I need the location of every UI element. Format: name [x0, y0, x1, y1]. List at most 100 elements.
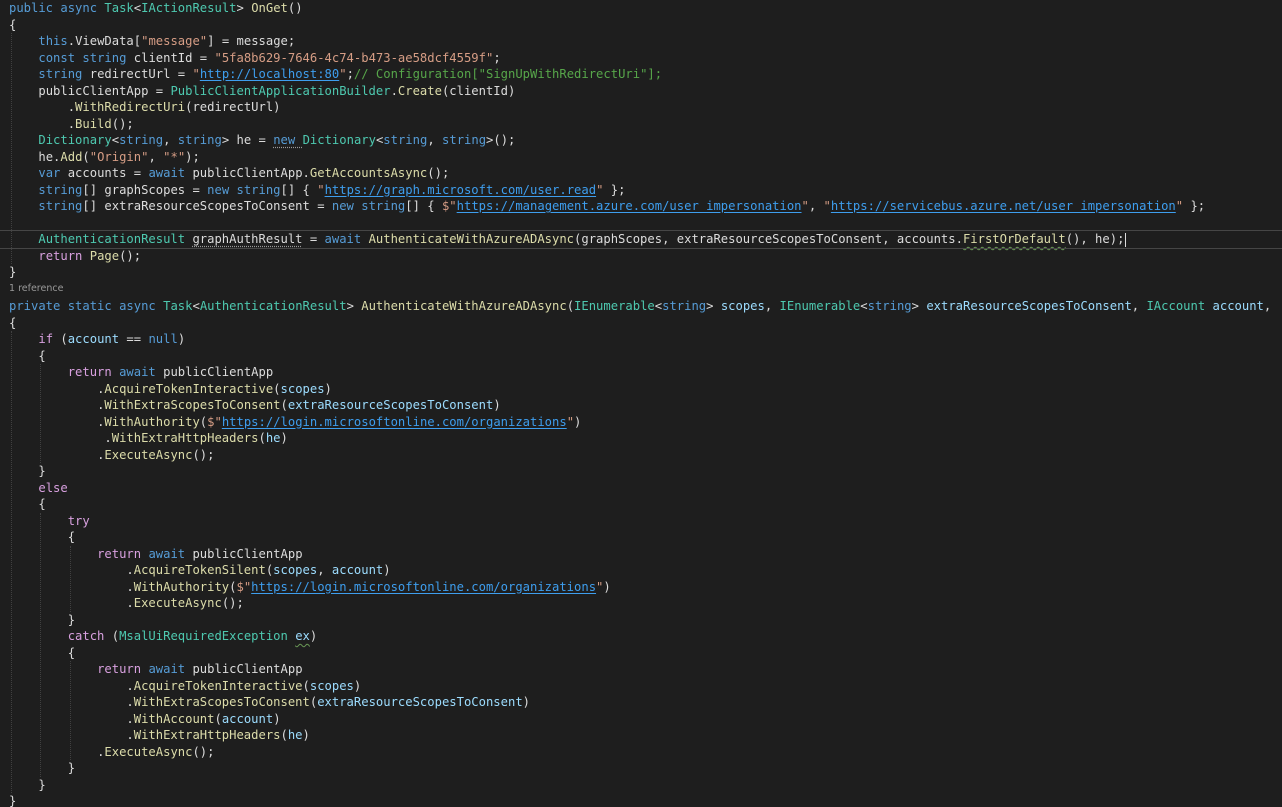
code-line[interactable]: } — [0, 760, 1282, 777]
code-line[interactable]: { — [0, 315, 1282, 332]
code-line[interactable]: if (account == null) — [0, 331, 1282, 348]
code-line[interactable]: .ExecuteAsync(); — [0, 744, 1282, 761]
code-token: < — [654, 299, 663, 313]
code-line[interactable]: } — [0, 793, 1282, 807]
code-line[interactable]: string[] graphScopes = new string[] { "h… — [0, 182, 1282, 199]
code-line[interactable]: var accounts = await publicClientApp.Get… — [0, 165, 1282, 182]
code-token: . — [302, 166, 310, 180]
code-token: $" — [236, 579, 252, 594]
code-line[interactable]: else — [0, 480, 1282, 497]
code-token: new — [331, 199, 362, 213]
url-link[interactable]: https://login.microsoftonline.com/organi… — [222, 415, 567, 429]
code-line[interactable]: } — [0, 777, 1282, 794]
code-line[interactable]: { — [0, 348, 1282, 365]
code-token: // Configuration["SignUpWithRedirectUri"… — [353, 67, 663, 81]
code-token: { — [38, 348, 46, 363]
code-line[interactable]: return Page(); — [0, 248, 1282, 265]
code-line[interactable]: .WithAuthority($"https://login.microsoft… — [0, 579, 1282, 596]
code-token: (); — [221, 596, 244, 610]
code-token: ( — [280, 398, 288, 412]
code-line[interactable]: Dictionary<string, string> he = new Dict… — [0, 132, 1282, 149]
code-line[interactable]: this.ViewData["message"] = message; — [0, 33, 1282, 50]
code-token: { — [38, 497, 46, 511]
code-token: = — [126, 166, 149, 180]
code-line[interactable]: .WithRedirectUri(redirectUrl) — [0, 99, 1282, 116]
code-token: string — [38, 199, 83, 213]
code-line[interactable]: .WithAccount(account) — [0, 711, 1282, 728]
code-line[interactable]: return await publicClientApp — [0, 661, 1282, 678]
code-line[interactable]: string[] extraResourceScopesToConsent = … — [0, 198, 1282, 215]
code-line[interactable]: .WithExtraScopesToConsent(extraResourceS… — [0, 694, 1282, 711]
code-line[interactable] — [0, 215, 1282, 232]
code-token: ) — [273, 711, 281, 726]
code-line[interactable]: publicClientApp = PublicClientApplicatio… — [0, 83, 1282, 100]
code-line[interactable]: return await publicClientApp — [0, 364, 1282, 381]
url-link[interactable]: https://graph.microsoft.com/user.read — [325, 183, 597, 197]
code-line[interactable]: } — [0, 463, 1282, 480]
code-line[interactable]: he.Add("Origin", "*"); — [0, 149, 1282, 166]
code-token: } — [38, 777, 46, 792]
code-line[interactable]: catch (MsalUiRequiredException ex) — [0, 628, 1282, 645]
code-token: . — [126, 728, 134, 742]
code-lens-references[interactable]: 1 reference — [9, 283, 63, 295]
code-line[interactable]: .WithExtraHttpHeaders(he) — [0, 430, 1282, 447]
code-token: ; — [346, 67, 354, 81]
code-token: [] — [82, 182, 105, 197]
code-token: { — [67, 645, 76, 660]
code-token: [] { — [405, 199, 442, 213]
url-link[interactable]: https://login.microsoftonline.com/organi… — [251, 580, 596, 594]
code-token: return — [97, 662, 149, 676]
code-line[interactable]: .ExecuteAsync(); — [0, 595, 1282, 612]
code-line[interactable]: public async Task<IActionResult> OnGet() — [0, 0, 1282, 17]
code-token: AcquireTokenInteractive — [133, 678, 303, 693]
code-line[interactable]: const string clientId = "5fa8b629-7646-4… — [0, 50, 1282, 67]
code-token: publicClientApp — [163, 365, 274, 379]
code-editor[interactable]: public async Task<IActionResult> OnGet()… — [0, 0, 1282, 807]
code-line[interactable]: .AcquireTokenInteractive(scopes) — [0, 678, 1282, 695]
code-line[interactable]: string redirectUrl = "http://localhost:8… — [0, 66, 1282, 83]
code-line[interactable]: .AcquireTokenSilent(scopes, account) — [0, 562, 1282, 579]
code-token: ( — [214, 711, 222, 726]
code-line[interactable]: .AcquireTokenInteractive(scopes) — [0, 381, 1282, 398]
code-line[interactable]: .WithAuthority($"https://login.microsoft… — [0, 414, 1282, 431]
code-line[interactable]: try — [0, 513, 1282, 530]
code-token: ( — [111, 629, 120, 643]
code-line[interactable]: .Build(); — [0, 116, 1282, 133]
code-line[interactable]: return await publicClientApp — [0, 546, 1282, 563]
code-token: . — [104, 431, 112, 445]
code-token: ) — [493, 398, 501, 412]
code-token: ViewData — [75, 34, 134, 48]
code-line[interactable]: { — [0, 529, 1282, 546]
code-token: ) — [522, 695, 530, 709]
code-token: ) — [177, 332, 186, 346]
code-token: , — [1263, 299, 1272, 313]
code-token: (); — [192, 744, 215, 759]
url-link[interactable]: http://localhost:80 — [200, 67, 339, 81]
code-token: >(); — [486, 133, 516, 147]
code-line[interactable]: .WithExtraHttpHeaders(he) — [0, 727, 1282, 744]
code-token: Add — [60, 149, 83, 164]
code-token: (); — [192, 447, 215, 462]
code-line[interactable]: { — [0, 496, 1282, 513]
code-token: string — [236, 182, 281, 197]
code-token: "5fa8b629-7646-4c74-b473-ae58dcf4559f" — [214, 50, 494, 65]
code-line[interactable]: } — [0, 612, 1282, 629]
code-line[interactable]: } — [0, 264, 1282, 281]
url-link[interactable]: https://servicebus.azure.net/user_impers… — [831, 199, 1176, 213]
code-line[interactable]: .ExecuteAsync(); — [0, 447, 1282, 464]
code-token: try — [67, 513, 90, 528]
code-token: clientId — [449, 83, 508, 98]
code-line[interactable]: { — [0, 17, 1282, 34]
code-line[interactable]: .WithExtraScopesToConsent(extraResourceS… — [0, 397, 1282, 414]
code-line[interactable]: private static async Task<Authentication… — [0, 298, 1282, 315]
code-line[interactable]: { — [0, 645, 1282, 662]
current-code-line[interactable]: AuthenticationResult graphAuthResult = a… — [0, 230, 1282, 249]
url-link[interactable]: https://management.azure.com/user_impers… — [457, 199, 802, 213]
code-token: await — [148, 166, 193, 180]
